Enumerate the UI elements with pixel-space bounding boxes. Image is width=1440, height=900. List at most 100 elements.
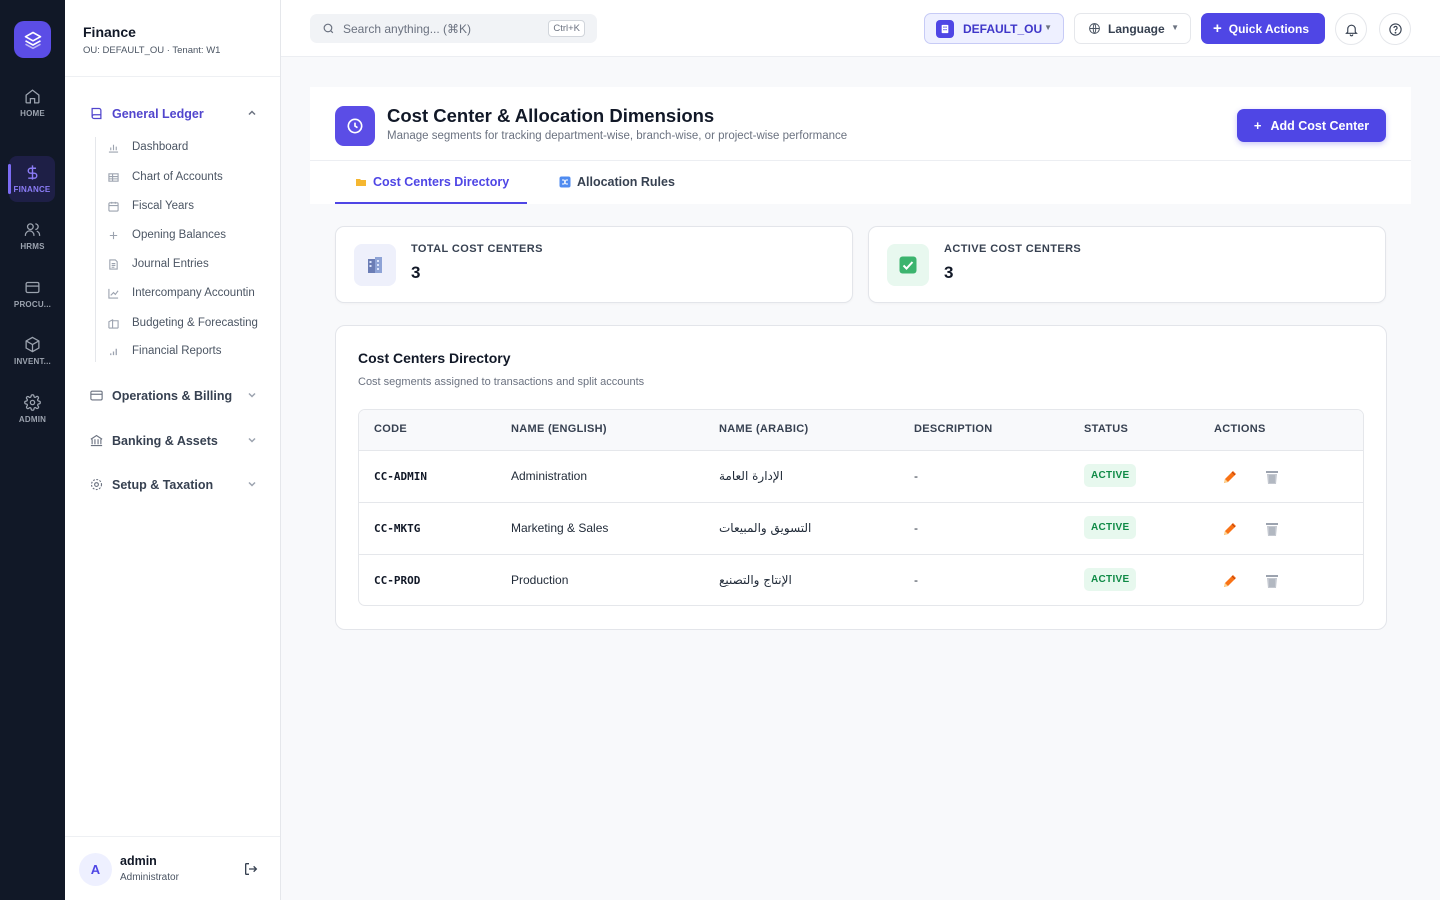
sidebar-item-label: Intercompany Accountin (132, 287, 255, 299)
sidebar-group-setup-taxation[interactable]: Setup & Taxation (89, 477, 257, 492)
bell-icon (1344, 24, 1358, 36)
rail-item-home[interactable]: HOME (0, 80, 65, 126)
help-button[interactable] (1379, 13, 1411, 45)
sidebar-group-banking-assets[interactable]: Banking & Assets (89, 433, 257, 448)
page-header: Cost Center & Allocation Dimensions Mana… (310, 87, 1411, 204)
check-box-icon (887, 244, 929, 286)
book-icon (91, 107, 102, 120)
topbar: Ctrl+K DEFAULT_OU ▼ Language ▼ + Quick A… (281, 0, 1440, 57)
sidebar-item-dashboard[interactable]: Dashboard (108, 141, 268, 153)
ledger-submenu: Dashboard Chart of Accounts Fiscal Years… (95, 137, 275, 362)
page-title: Cost Center & Allocation Dimensions (387, 105, 715, 126)
sidebar-item-financial-reports[interactable]: Financial Reports (108, 345, 268, 357)
cell-description: - (914, 521, 918, 535)
rail-item-label: PROCU... (13, 300, 52, 309)
bank-icon (90, 434, 103, 447)
user-panel: A admin Administrator (65, 836, 280, 900)
column-header: ACTIONS (1214, 423, 1266, 435)
search-input[interactable] (343, 21, 533, 36)
edit-icon[interactable] (1221, 572, 1239, 590)
folder-icon (356, 179, 366, 186)
ou-selector[interactable]: DEFAULT_OU ▼ (924, 13, 1064, 44)
language-label: Language (1108, 21, 1165, 36)
tab-cost-centers-directory[interactable]: Cost Centers Directory (335, 161, 528, 204)
trash-icon[interactable] (1263, 572, 1281, 590)
edit-icon[interactable] (1221, 520, 1239, 538)
rail-item-inventory[interactable]: INVENT... (0, 328, 65, 374)
plus-icon: + (1213, 20, 1222, 37)
rail-item-label: INVENT... (14, 357, 51, 366)
tab-allocation-rules[interactable]: Allocation Rules (559, 161, 675, 203)
sidebar-group-general-ledger[interactable]: General Ledger (89, 106, 257, 121)
cell-name-arabic: الإدارة العامة (719, 469, 784, 483)
plus-icon (109, 231, 118, 239)
cell-name-english: Marketing & Sales (511, 521, 609, 535)
table-icon (108, 172, 119, 182)
global-search[interactable]: Ctrl+K (310, 14, 597, 43)
cost-centers-table: CODE NAME (ENGLISH) NAME (ARABIC) DESCRI… (358, 409, 1364, 606)
sidebar-item-fiscal-years[interactable]: Fiscal Years (108, 200, 268, 212)
sidebar-item-opening-balances[interactable]: Opening Balances (108, 229, 268, 241)
rail-item-procurement[interactable]: PROCU... (0, 271, 65, 317)
table-row: CC-PROD Production الإنتاج والتصنيع - AC… (359, 555, 1363, 605)
logout-icon[interactable] (243, 861, 259, 877)
sidebar-group-label: Setup & Taxation (112, 477, 214, 492)
tab-label: Allocation Rules (577, 175, 675, 189)
user-name: admin (120, 854, 157, 868)
trash-icon[interactable] (1263, 468, 1281, 486)
sidebar-item-journal-entries[interactable]: Journal Entries (108, 258, 268, 270)
bar-chart-icon (108, 144, 119, 153)
caret-down-icon: ▼ (1044, 23, 1052, 32)
rail-item-hrms[interactable]: HRMS (0, 213, 65, 259)
status-badge: ACTIVE (1084, 516, 1137, 539)
document-icon (109, 258, 118, 270)
cell-description: - (914, 469, 918, 483)
cell-code: CC-PROD (374, 574, 421, 587)
rail-item-finance[interactable]: FINANCE (8, 156, 55, 202)
rail-item-label: ADMIN (18, 415, 47, 424)
module-context: OU: DEFAULT_OU · Tenant: W1 (83, 45, 221, 56)
stat-label: TOTAL COST CENTERS (411, 243, 543, 255)
gear-icon (24, 394, 41, 411)
cost-centers-directory-card: Cost Centers Directory Cost segments ass… (335, 325, 1387, 630)
add-cost-center-label: Add Cost Center (1270, 118, 1370, 133)
chevron-down-icon (248, 481, 256, 487)
trash-icon[interactable] (1263, 520, 1281, 538)
building-icon (108, 318, 119, 329)
building-icon (936, 19, 954, 38)
avatar[interactable]: A (79, 853, 112, 886)
search-icon (323, 23, 334, 34)
cell-name-arabic: التسويق والمبيعات (719, 521, 812, 535)
users-icon (24, 223, 41, 236)
cell-name-arabic: الإنتاج والتصنيع (719, 573, 792, 587)
column-header: DESCRIPTION (914, 423, 993, 435)
status-badge: ACTIVE (1084, 568, 1137, 591)
table-header: CODE NAME (ENGLISH) NAME (ARABIC) DESCRI… (359, 410, 1363, 451)
sidebar-group-label: Banking & Assets (112, 433, 218, 448)
chevron-up-icon (248, 110, 256, 116)
sidebar-item-label: Opening Balances (132, 229, 226, 241)
rail-item-admin[interactable]: ADMIN (0, 386, 65, 432)
notifications-button[interactable] (1335, 13, 1367, 45)
sidebar-group-operations-billing[interactable]: Operations & Billing (89, 388, 257, 403)
gear-icon (90, 478, 103, 491)
sidebar-item-budgeting[interactable]: Budgeting & Forecasting (108, 317, 268, 329)
column-header: NAME (ENGLISH) (511, 423, 607, 435)
card-icon (90, 390, 103, 401)
stat-value: 3 (411, 263, 421, 282)
sidebar-item-chart-of-accounts[interactable]: Chart of Accounts (108, 171, 268, 183)
add-cost-center-button[interactable]: + Add Cost Center (1237, 109, 1386, 142)
sidebar-header: Finance OU: DEFAULT_OU · Tenant: W1 (65, 0, 280, 77)
signal-bars-icon (110, 348, 117, 355)
stat-card-total: TOTAL COST CENTERS 3 (335, 226, 853, 303)
cell-name-english: Production (511, 573, 569, 587)
sidebar-item-intercompany[interactable]: Intercompany Accountin (108, 287, 268, 299)
cell-code: CC-ADMIN (374, 470, 427, 483)
language-selector[interactable]: Language ▼ (1074, 13, 1191, 44)
quick-actions-button[interactable]: + Quick Actions (1201, 13, 1325, 44)
column-header: CODE (374, 423, 407, 435)
box-icon (25, 336, 40, 353)
app-logo-icon[interactable] (14, 21, 51, 58)
sidebar-group-label: General Ledger (112, 106, 204, 121)
edit-icon[interactable] (1221, 468, 1239, 486)
